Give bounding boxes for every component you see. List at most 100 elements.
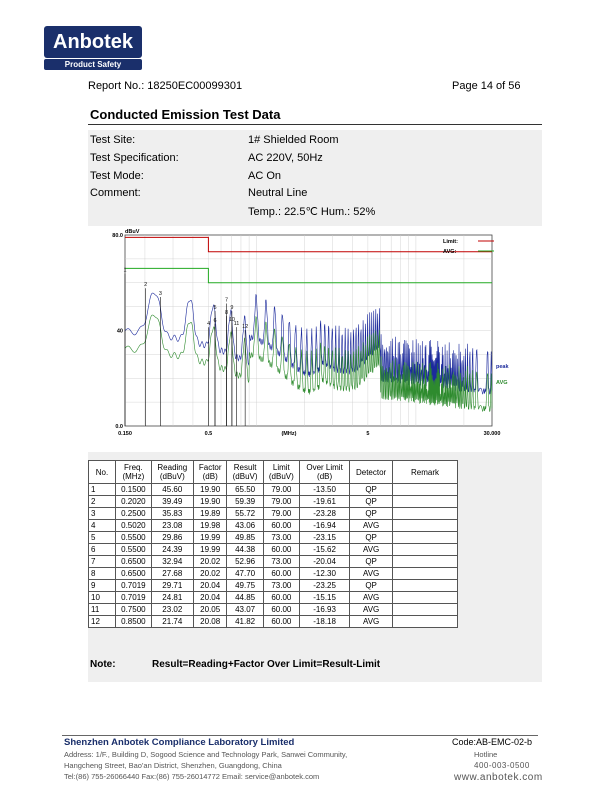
marker-label: 8 <box>225 310 228 316</box>
table-row: 9 0.7019 29.71 20.04 49.75 73.00 -23.25 QP <box>88 579 458 592</box>
table-row: 10 0.7019 24.81 20.04 44.85 60.00 -15.15 AVG <box>88 591 458 604</box>
table-cell: 0.2500 <box>115 507 152 520</box>
table-cell: 0.8500 <box>115 615 152 628</box>
table-cell: 0.6500 <box>115 567 152 580</box>
column-header: Factor (dB) <box>192 460 228 484</box>
table-cell: 29.71 <box>150 579 194 592</box>
info-label: Test Site: <box>90 134 136 146</box>
info-value: Neutral Line <box>248 187 308 199</box>
table-cell: QP <box>349 483 393 496</box>
table-cell: -20.04 <box>298 555 351 568</box>
info-label: Test Mode: <box>90 170 144 182</box>
report-number: Report No.: 18250EC00099301 <box>88 80 243 92</box>
table-cell: 32.94 <box>150 555 194 568</box>
table-row: 4 0.5020 23.08 19.98 43.06 60.00 -16.94 AVG <box>88 519 458 532</box>
table-cell: 52.96 <box>226 555 264 568</box>
info-label: Test Specification: <box>90 152 179 164</box>
table-cell: 0.1500 <box>115 483 152 496</box>
table-cell: QP <box>349 507 393 520</box>
footer-divider <box>62 735 538 736</box>
marker-label: 6 <box>213 318 216 324</box>
anbotek-logo: Anbotek Product Safety <box>44 26 142 70</box>
legend-avg: AVG: <box>443 249 457 255</box>
table-cell: 20.04 <box>192 591 228 604</box>
table-cell: 1 <box>88 483 116 496</box>
table-cell: 35.83 <box>150 507 194 520</box>
table-cell: 0.5500 <box>115 531 152 544</box>
table-cell: -12.30 <box>298 567 351 580</box>
table-cell: 44.85 <box>226 591 264 604</box>
table-row: 3 0.2500 35.83 19.89 55.72 79.00 -23.28 QP <box>88 507 458 520</box>
note: Note: Result=Reading+Factor Over Limit=R… <box>90 659 380 670</box>
table-cell: AVG <box>349 615 393 628</box>
table-row: 2 0.2020 39.49 19.90 59.39 79.00 -19.61 QP <box>88 495 458 508</box>
marker-label: 4 <box>207 321 210 327</box>
table-cell: QP <box>349 495 393 508</box>
footer-contact: Tel:(86) 755-26066440 Fax:(86) 755-26014… <box>64 772 320 781</box>
table-cell: -16.93 <box>298 603 351 616</box>
table-row: 8 0.6500 27.68 20.02 47.70 60.00 -12.30 AVG <box>88 567 458 580</box>
table-cell: 4 <box>88 519 116 532</box>
table-cell: 20.04 <box>192 579 228 592</box>
table-row: 5 0.5500 29.86 19.99 49.85 73.00 -23.15 QP <box>88 531 458 544</box>
table-cell: 41.82 <box>226 615 264 628</box>
section-title: Conducted Emission Test Data <box>90 107 281 122</box>
table-cell: 47.70 <box>226 567 264 580</box>
footer-company: Shenzhen Anbotek Compliance Laboratory L… <box>64 737 295 748</box>
table-cell: 27.68 <box>150 567 194 580</box>
table-cell: AVG <box>349 603 393 616</box>
test-data-panel: Test Site: 1# Shielded Room Test Specifi… <box>88 130 542 682</box>
page-number: Page 14 of 56 <box>452 80 521 92</box>
table-cell: 7 <box>88 555 116 568</box>
table-cell: 5 <box>88 531 116 544</box>
marker-label: 2 <box>144 282 147 288</box>
table-cell: 60.00 <box>262 567 300 580</box>
table-cell <box>392 495 458 508</box>
table-cell <box>392 579 458 592</box>
column-header: Limit (dBuV) <box>262 460 300 484</box>
table-cell: -19.61 <box>298 495 351 508</box>
table-cell: 49.85 <box>226 531 264 544</box>
table-cell: 60.00 <box>262 519 300 532</box>
info-row-environment: Temp.: 22.5℃ Hum.: 52% <box>88 205 542 221</box>
table-cell: 60.00 <box>262 543 300 556</box>
table-cell: 19.99 <box>192 531 228 544</box>
footer-hotline-number: 400-003-0500 <box>474 761 530 770</box>
footer-address-line-1: Address: 1/F., Building D, Sogood Scienc… <box>64 750 348 759</box>
column-header: Remark <box>392 460 458 484</box>
table-row: 12 0.8500 21.74 20.08 41.82 60.00 -18.18 AVG <box>88 615 458 628</box>
marker-label: 1 <box>123 268 126 274</box>
trace-label-avg: AVG <box>496 380 508 386</box>
x-tick-label: 0.5 <box>205 431 213 437</box>
footer-doc-code: Code:AB-EMC-02-b <box>452 737 533 747</box>
table-cell: QP <box>349 555 393 568</box>
table-cell: -16.94 <box>298 519 351 532</box>
marker-label: 3 <box>159 291 162 297</box>
table-row: 11 0.7500 23.02 20.05 43.07 60.00 -16.93 AVG <box>88 603 458 616</box>
info-value: AC On <box>248 170 282 182</box>
table-cell: 0.2020 <box>115 495 152 508</box>
y-tick-label: 0.0 <box>115 424 123 430</box>
x-tick-label: 0.150 <box>118 431 132 437</box>
marker-label: 12 <box>242 324 248 330</box>
column-header: Freq. (MHz) <box>115 460 152 484</box>
table-cell: -23.15 <box>298 531 351 544</box>
table-cell: 23.02 <box>150 603 194 616</box>
table-cell <box>392 507 458 520</box>
table-cell: 2 <box>88 495 116 508</box>
logo-name: Anbotek <box>44 26 142 58</box>
table-cell: 8 <box>88 567 116 580</box>
table-cell: 43.07 <box>226 603 264 616</box>
table-cell: 65.50 <box>226 483 264 496</box>
table-cell: 24.39 <box>150 543 194 556</box>
table-cell: 19.89 <box>192 507 228 520</box>
table-cell: 79.00 <box>262 495 300 508</box>
table-cell: 20.08 <box>192 615 228 628</box>
table-cell: 6 <box>88 543 116 556</box>
results-table-header: No. Freq. (MHz) Reading (dBuV) Factor (dB) R… <box>88 460 458 484</box>
table-cell: 79.00 <box>262 483 300 496</box>
y-tick-label: 40 <box>117 329 123 335</box>
info-row-comment: Comment: Neutral Line <box>88 187 542 203</box>
table-cell: 73.00 <box>262 555 300 568</box>
table-cell <box>392 543 458 556</box>
